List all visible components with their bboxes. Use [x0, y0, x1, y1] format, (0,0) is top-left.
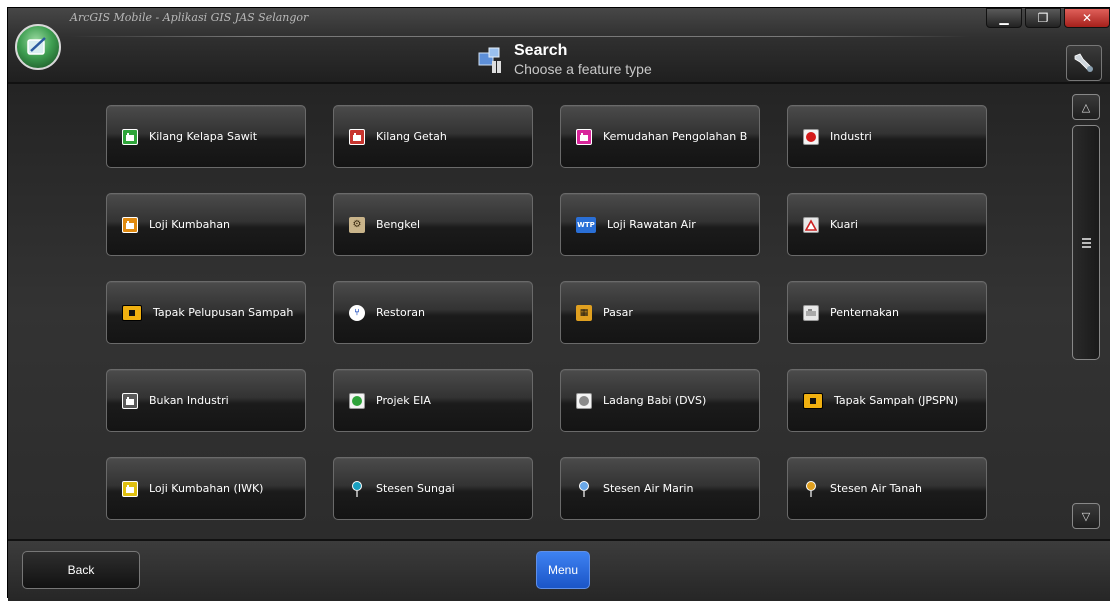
feature-button[interactable]: ⚙ Bengkel [333, 193, 533, 256]
feature-button[interactable]: Kilang Kelapa Sawit [106, 105, 306, 168]
app-window: ArcGIS Mobile - Aplikasi GIS JAS Selango… [7, 7, 1110, 601]
feature-button[interactable]: WTP Loji Rawatan Air [560, 193, 760, 256]
feature-button[interactable]: Stesen Air Marin [560, 457, 760, 520]
feature-label: Kilang Getah [376, 130, 447, 143]
close-button[interactable]: ✕ [1064, 8, 1110, 28]
feature-label: Bukan Industri [149, 394, 229, 407]
feature-label: Kemudahan Pengolahan B [603, 130, 748, 143]
feature-button[interactable]: Loji Kumbahan (IWK) [106, 457, 306, 520]
footer-bar: Back Menu [8, 539, 1110, 601]
wtp-icon: WTP [576, 216, 596, 233]
feature-label: Projek EIA [376, 394, 431, 407]
feature-button[interactable]: Kuari [787, 193, 987, 256]
feature-label: Kuari [830, 218, 858, 231]
orange-square-factory-icon [122, 216, 138, 233]
tools-button[interactable] [1066, 45, 1102, 81]
landfill-icon [122, 304, 142, 321]
grip-icon [1081, 236, 1091, 250]
minimize-button[interactable]: ▁ [986, 8, 1022, 28]
feature-label: Bengkel [376, 218, 421, 231]
window-controls: ▁ ❐ ✕ [983, 8, 1110, 28]
red-square-factory-icon [349, 128, 365, 145]
quarry-icon [803, 216, 819, 233]
chevron-up-icon: △ [1081, 100, 1091, 114]
arcgis-mobile-logo-icon[interactable] [15, 24, 61, 70]
feature-label: Tapak Pelupusan Sampah [153, 306, 294, 319]
feature-button[interactable]: ▦ Pasar [560, 281, 760, 344]
pig-farm-icon [576, 392, 592, 409]
feature-label: Kilang Kelapa Sawit [149, 130, 258, 143]
eia-icon [349, 392, 365, 409]
market-icon: ▦ [576, 304, 592, 321]
feature-button[interactable]: Ladang Babi (DVS) [560, 369, 760, 432]
restaurant-icon: ⑂ [349, 304, 365, 321]
feature-label: Stesen Air Marin [603, 482, 694, 495]
feature-button[interactable]: Kemudahan Pengolahan B [560, 105, 760, 168]
garbage-site-icon [803, 392, 823, 409]
feature-button[interactable]: Penternakan [787, 281, 987, 344]
feature-label: Pasar [603, 306, 633, 319]
feature-label: Ladang Babi (DVS) [603, 394, 707, 407]
feature-button[interactable]: ⑂ Restoran [333, 281, 533, 344]
feature-button[interactable]: Projek EIA [333, 369, 533, 432]
search-icon [478, 47, 501, 73]
app-title: ArcGIS Mobile - Aplikasi GIS JAS Selango… [70, 11, 309, 24]
restore-button[interactable]: ❐ [1025, 8, 1061, 28]
grey-square-factory-icon [122, 392, 138, 409]
feature-type-grid: Kilang Kelapa Sawit Kilang Getah Kemudahan… [106, 105, 988, 520]
feature-label: Tapak Sampah (JPSPN) [834, 394, 959, 407]
page-subtitle: Choose a feature type [514, 61, 652, 77]
feature-button[interactable]: Kilang Getah [333, 105, 533, 168]
feature-label: Loji Kumbahan [149, 218, 231, 231]
chevron-down-icon: ▽ [1081, 509, 1091, 523]
title-divider [70, 36, 970, 37]
feature-label: Stesen Sungai [376, 482, 455, 495]
feature-label: Restoran [376, 306, 425, 319]
feature-button[interactable]: Bukan Industri [106, 369, 306, 432]
red-dot-icon [803, 128, 819, 145]
farm-icon [803, 304, 819, 321]
teal-pin-icon [349, 480, 365, 497]
feature-list-area: Kilang Kelapa Sawit Kilang Getah Kemudahan… [8, 84, 1110, 539]
feature-label: Loji Kumbahan (IWK) [149, 482, 264, 495]
feature-button[interactable]: Tapak Sampah (JPSPN) [787, 369, 987, 432]
feature-button[interactable]: Stesen Air Tanah [787, 457, 987, 520]
feature-button[interactable]: Industri [787, 105, 987, 168]
feature-label: Loji Rawatan Air [607, 218, 696, 231]
menu-button[interactable]: Menu [536, 551, 590, 589]
feature-label: Penternakan [830, 306, 899, 319]
feature-label: Stesen Air Tanah [830, 482, 922, 495]
workshop-icon: ⚙ [349, 216, 365, 233]
green-square-factory-icon [122, 128, 138, 145]
scrollbar-thumb[interactable] [1072, 125, 1100, 360]
scroll-down-button[interactable]: ▽ [1072, 503, 1100, 529]
magenta-square-factory-icon [576, 128, 592, 145]
header-bar: ArcGIS Mobile - Aplikasi GIS JAS Selango… [8, 8, 1110, 84]
feature-button[interactable]: Tapak Pelupusan Sampah [106, 281, 306, 344]
tools-icon [1074, 53, 1093, 72]
scroll-up-button[interactable]: △ [1072, 94, 1100, 120]
feature-label: Industri [830, 130, 872, 143]
back-button[interactable]: Back [22, 551, 140, 589]
feature-button[interactable]: Stesen Sungai [333, 457, 533, 520]
page-title: Search [514, 42, 568, 59]
orange-pin-icon [803, 480, 819, 497]
feature-button[interactable]: Loji Kumbahan [106, 193, 306, 256]
lightblue-pin-icon [576, 480, 592, 497]
yellow-square-factory-icon [122, 480, 138, 497]
